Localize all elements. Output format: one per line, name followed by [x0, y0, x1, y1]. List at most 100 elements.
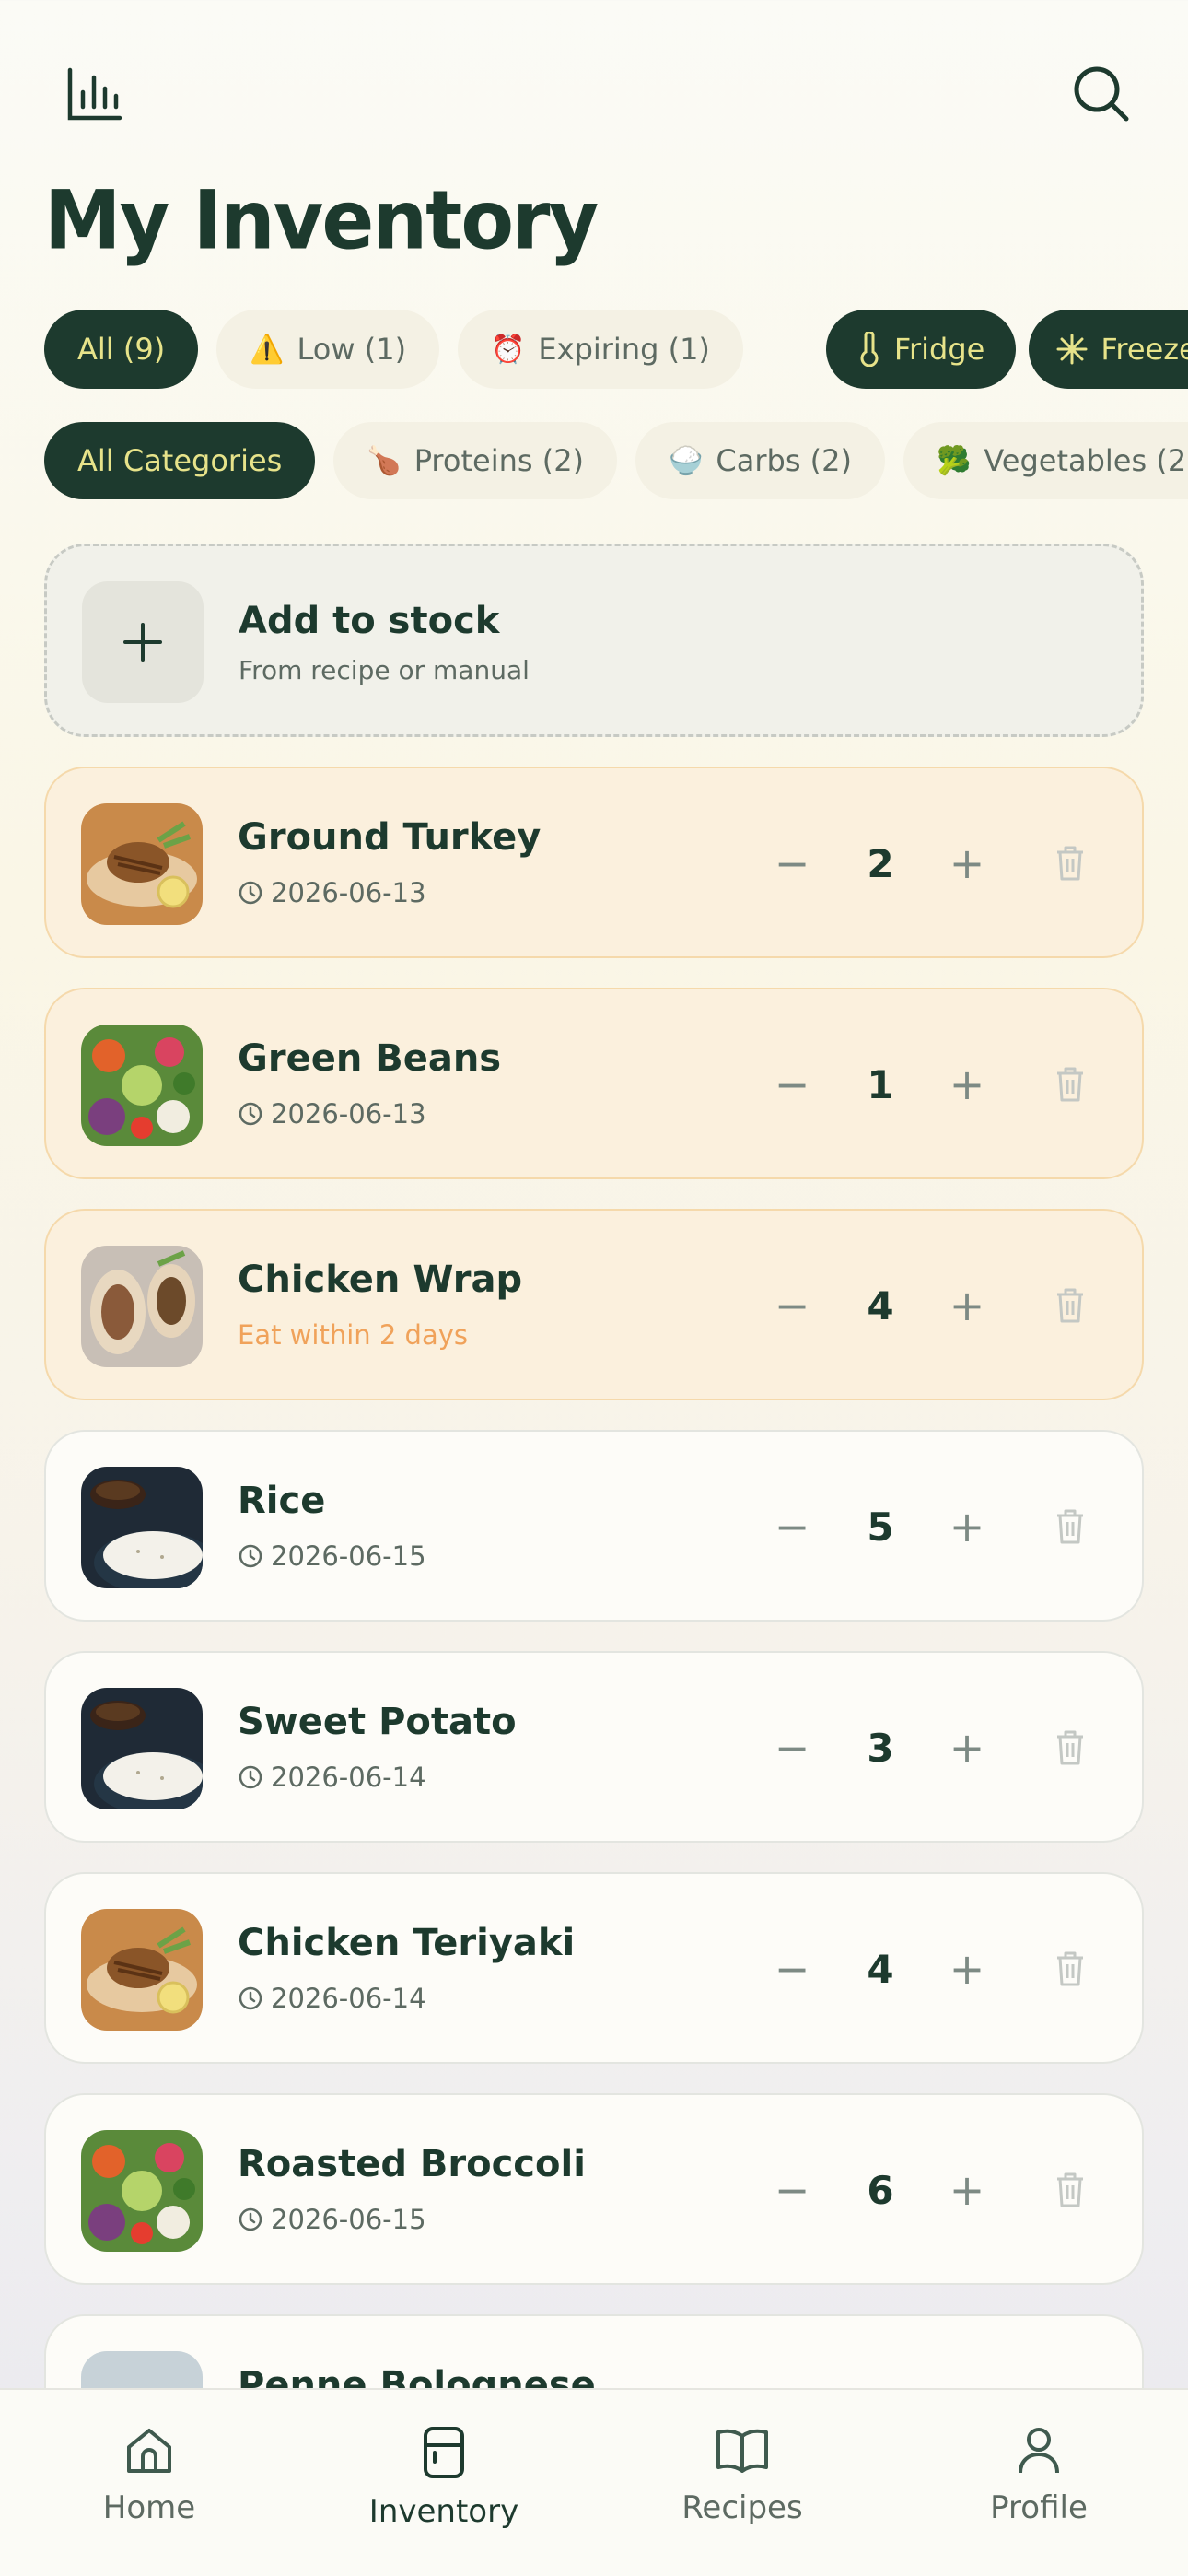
- decrease-qty-button[interactable]: −: [755, 1927, 829, 2010]
- decrease-qty-button[interactable]: −: [755, 1043, 829, 1126]
- plus-icon: [82, 581, 204, 703]
- item-quantity: 5: [867, 1504, 894, 1550]
- increase-qty-button[interactable]: +: [930, 1043, 1004, 1126]
- clock-icon: [239, 1544, 262, 1568]
- decrease-qty-button[interactable]: −: [755, 822, 829, 905]
- nav-profile[interactable]: Profile: [947, 2425, 1131, 2526]
- filter-chip-low[interactable]: ⚠️ Low (1): [216, 310, 440, 389]
- decrease-qty-button[interactable]: −: [755, 2149, 829, 2231]
- nav-label: Profile: [990, 2489, 1088, 2526]
- chip-label: Fridge: [893, 332, 985, 367]
- increase-qty-button[interactable]: +: [930, 2149, 1004, 2231]
- increase-qty-button[interactable]: +: [930, 1264, 1004, 1347]
- item-quantity: 4: [867, 1282, 894, 1329]
- warning-icon: ⚠️: [250, 333, 285, 366]
- decrease-qty-button[interactable]: −: [755, 1485, 829, 1568]
- item-expiry: 2026-06-15: [238, 1540, 426, 1572]
- search-button[interactable]: [1065, 57, 1138, 131]
- inventory-item-card[interactable]: Green Beans 2026-06-13 −1 +: [44, 988, 1144, 1179]
- fridge-icon: [424, 2427, 464, 2478]
- delete-item-button[interactable]: [1033, 1043, 1107, 1126]
- item-name: Rice: [238, 1480, 326, 1522]
- item-date-text: 2026-06-15: [271, 1540, 426, 1572]
- delete-item-button[interactable]: [1033, 822, 1107, 905]
- filter-chip-expiring[interactable]: ⏰ Expiring (1): [458, 310, 743, 389]
- inventory-item-card[interactable]: Ground Turkey 2026-06-13 −2 +: [44, 767, 1144, 958]
- inventory-list: Ground Turkey 2026-06-13−2 + Green Beans 202…: [44, 767, 1144, 2535]
- category-chip-proteins[interactable]: 🍗 Proteins (2): [333, 422, 618, 499]
- item-name: Chicken Teriyaki: [238, 1922, 576, 1964]
- item-name: Sweet Potato: [238, 1701, 517, 1743]
- storage-chip-fridge[interactable]: Fridge: [825, 310, 1017, 389]
- delete-item-button[interactable]: [1033, 1706, 1107, 1789]
- food-photo: [81, 1246, 203, 1367]
- nav-inventory[interactable]: Inventory: [352, 2425, 536, 2530]
- drumstick-icon: 🍗: [367, 444, 402, 477]
- increase-qty-button[interactable]: +: [930, 822, 1004, 905]
- add-to-stock-card[interactable]: Add to stock From recipe or manual: [44, 544, 1144, 737]
- item-expiry: 2026-06-13: [238, 1098, 426, 1130]
- nav-label: Home: [102, 2489, 196, 2526]
- storage-chip-freezer[interactable]: Freezer: [1029, 310, 1188, 389]
- category-filter-row: All Categories 🍗 Proteins (2) 🍚 Carbs (2) …: [44, 422, 1188, 499]
- decrease-qty-button[interactable]: −: [755, 1264, 829, 1347]
- food-photo: [81, 2130, 203, 2252]
- item-date-text: 2026-06-15: [271, 2204, 426, 2235]
- bottom-nav: Home Inventory Recipes Profile: [0, 2388, 1188, 2576]
- chip-label: Carbs (2): [716, 443, 852, 478]
- item-quantity: 6: [867, 2167, 894, 2213]
- food-photo: [81, 1025, 203, 1146]
- category-chip-all[interactable]: All Categories: [44, 422, 316, 499]
- item-quantity: 3: [867, 1725, 894, 1771]
- delete-item-button[interactable]: [1033, 2149, 1107, 2231]
- category-chip-vegetables[interactable]: 🥦 Vegetables (2): [903, 422, 1188, 499]
- add-card-subtitle: From recipe or manual: [239, 655, 530, 685]
- delete-item-button[interactable]: [1033, 1264, 1107, 1347]
- item-expiry: 2026-06-14: [238, 1762, 426, 1793]
- inventory-item-card[interactable]: Roasted Broccoli 2026-06-15 −6 +: [44, 2093, 1144, 2285]
- chip-label: Proteins (2): [413, 443, 585, 478]
- increase-qty-button[interactable]: +: [930, 1706, 1004, 1789]
- item-date-text: 2026-06-14: [271, 1762, 426, 1793]
- nav-recipes[interactable]: Recipes: [650, 2425, 834, 2526]
- nav-home[interactable]: Home: [57, 2425, 241, 2526]
- chip-label: Freezer: [1101, 332, 1188, 367]
- chip-label: Vegetables (2): [984, 443, 1188, 478]
- search-icon: [1074, 66, 1129, 122]
- book-icon: [716, 2429, 768, 2473]
- top-bar: [44, 48, 1144, 131]
- item-date-text: 2026-06-13: [271, 877, 426, 908]
- nav-label: Recipes: [681, 2489, 803, 2526]
- item-quantity: 4: [867, 1946, 894, 1992]
- inventory-item-card[interactable]: Chicken Teriyaki 2026-06-14 −4 +: [44, 1872, 1144, 2064]
- increase-qty-button[interactable]: +: [930, 1485, 1004, 1568]
- trash-icon: [1057, 846, 1083, 881]
- item-date-text: 2026-06-14: [271, 1983, 426, 2014]
- item-expiry: 2026-06-15: [238, 2204, 426, 2235]
- item-expiry: 2026-06-14: [238, 1983, 426, 2014]
- decrease-qty-button[interactable]: −: [755, 1706, 829, 1789]
- snowflake-icon: [1056, 334, 1088, 365]
- inventory-item-card[interactable]: Sweet Potato 2026-06-14 −3 +: [44, 1651, 1144, 1843]
- filter-chip-all[interactable]: All (9): [44, 310, 199, 389]
- page-title: My Inventory: [44, 172, 599, 268]
- delete-item-button[interactable]: [1033, 1927, 1107, 2010]
- food-photo: [81, 1688, 203, 1809]
- thermometer-icon: [860, 332, 879, 367]
- item-date-text: 2026-06-13: [271, 1098, 426, 1130]
- status-filter-row: All (9) ⚠️ Low (1) ⏰ Expiring (1) Fridge F…: [44, 310, 1188, 389]
- item-quantity: 1: [867, 1061, 894, 1107]
- delete-item-button[interactable]: [1033, 1485, 1107, 1568]
- inventory-item-card[interactable]: Rice 2026-06-15 −5 +: [44, 1430, 1144, 1622]
- stats-button[interactable]: [57, 57, 131, 131]
- category-chip-carbs[interactable]: 🍚 Carbs (2): [635, 422, 885, 499]
- increase-qty-button[interactable]: +: [930, 1927, 1004, 2010]
- trash-icon: [1057, 1730, 1083, 1765]
- bar-chart-icon: [67, 67, 122, 121]
- chip-label: Low (1): [297, 332, 407, 367]
- chip-label: All (9): [77, 332, 166, 367]
- home-icon: [127, 2429, 171, 2473]
- inventory-item-card[interactable]: Chicken Wrap Eat within 2 days −4 +: [44, 1209, 1144, 1400]
- food-photo: [81, 803, 203, 925]
- nav-label: Inventory: [368, 2493, 519, 2530]
